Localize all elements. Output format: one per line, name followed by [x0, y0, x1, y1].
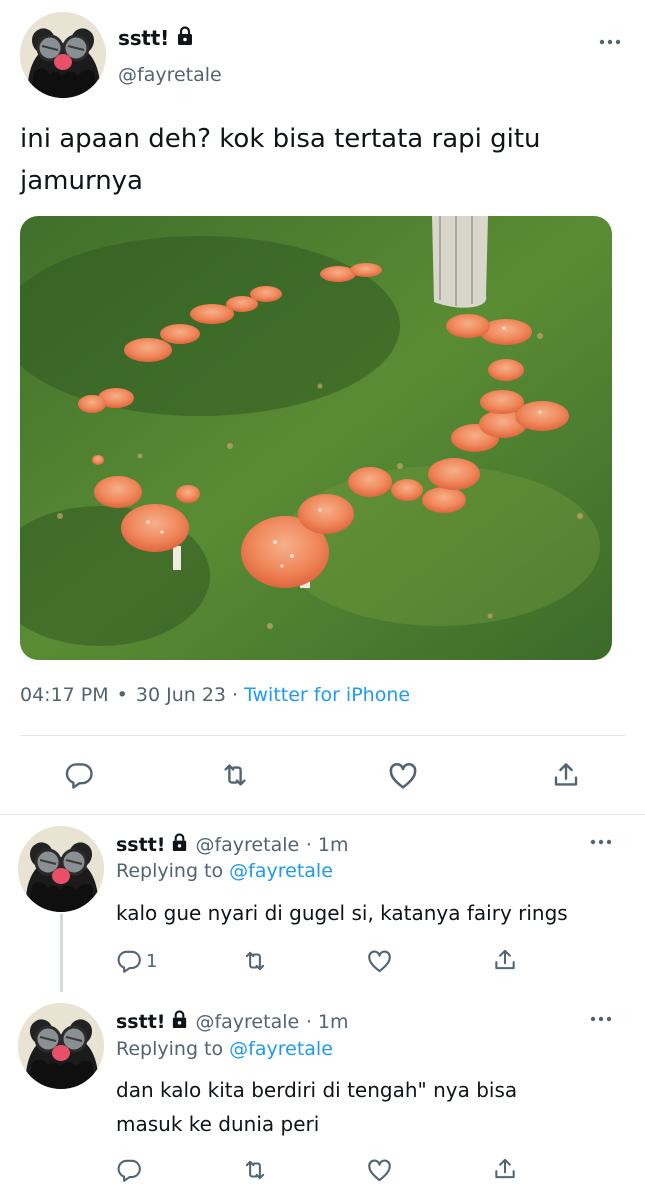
reply-icon — [64, 760, 94, 790]
meta-separator: • — [116, 684, 128, 706]
tweet-photo[interactable] — [20, 216, 612, 660]
thread-connector — [60, 914, 63, 992]
more-options-icon[interactable] — [596, 32, 624, 52]
reply-time: · 1m — [305, 834, 349, 856]
retweet-icon — [242, 948, 268, 974]
lock-icon — [170, 1010, 189, 1029]
like-icon — [366, 948, 393, 975]
reply-time: · 1m — [305, 1011, 349, 1033]
reply-text: kalo gue nyari di gugel si, katanya fair… — [116, 896, 596, 930]
like-button[interactable] — [387, 760, 419, 792]
retweet-icon — [242, 1157, 268, 1183]
reply-header[interactable]: sstt! @fayretale · 1m — [116, 1010, 349, 1033]
avatar[interactable] — [18, 1003, 104, 1089]
reply-button[interactable] — [64, 760, 94, 790]
replying-label: Replying to — [116, 1038, 224, 1060]
retweet-button[interactable] — [220, 760, 250, 790]
avatar[interactable] — [20, 12, 106, 98]
lock-icon — [175, 26, 195, 46]
reply-icon — [116, 1157, 142, 1183]
retweet-button[interactable] — [242, 948, 268, 974]
display-name-text: sstt! — [116, 834, 166, 856]
share-button[interactable] — [492, 947, 518, 973]
user-handle: @fayretale — [195, 1011, 300, 1033]
share-icon — [492, 1156, 518, 1182]
replying-to: Replying to @fayretale — [116, 1038, 333, 1060]
share-button[interactable] — [492, 1156, 518, 1182]
divider — [20, 735, 625, 736]
tweet-source-link[interactable]: Twitter for iPhone — [244, 684, 410, 706]
user-handle: @fayretale — [195, 834, 300, 856]
reply-text: dan kalo kita berdiri di tengah" nya bis… — [116, 1073, 596, 1141]
reply-button[interactable] — [116, 1157, 142, 1183]
more-options-icon[interactable] — [587, 832, 615, 852]
avatar[interactable] — [18, 826, 104, 912]
tweet-text: ini apaan deh? kok bisa tertata rapi git… — [20, 118, 620, 202]
share-icon — [492, 947, 518, 973]
reply-count: 1 — [146, 950, 158, 972]
tweet-meta: 04:17 PM • 30 Jun 23 · Twitter for iPhone — [20, 684, 410, 706]
replying-mention-link[interactable]: @fayretale — [229, 860, 333, 882]
tweet-time: 04:17 PM — [20, 684, 109, 706]
reply-icon — [116, 948, 142, 974]
replying-label: Replying to — [116, 860, 224, 882]
tweet-date: 30 Jun 23 — [135, 684, 226, 706]
like-icon — [387, 760, 419, 792]
share-button[interactable] — [551, 760, 581, 790]
reply-header[interactable]: sstt! @fayretale · 1m — [116, 833, 349, 856]
display-name-text: sstt! — [118, 26, 170, 50]
replying-mention-link[interactable]: @fayretale — [229, 1038, 333, 1060]
like-button[interactable] — [366, 1157, 393, 1184]
divider — [0, 814, 645, 815]
replying-to: Replying to @fayretale — [116, 860, 333, 882]
share-icon — [551, 760, 581, 790]
display-name[interactable]: sstt! — [118, 26, 195, 50]
like-button[interactable] — [366, 948, 393, 975]
tweet-text-line: jamurnya — [20, 166, 143, 196]
tweet-text-line: ini apaan deh? kok bisa tertata rapi git… — [20, 124, 541, 154]
meta-separator: · — [232, 684, 239, 706]
reply-button[interactable]: 1 — [116, 948, 157, 974]
retweet-button[interactable] — [242, 1157, 268, 1183]
more-options-icon[interactable] — [587, 1009, 615, 1029]
reply-text-line: masuk ke dunia peri — [116, 1112, 320, 1136]
lock-icon — [170, 833, 189, 852]
like-icon — [366, 1157, 393, 1184]
reply-text-line: dan kalo kita berdiri di tengah" nya bis… — [116, 1078, 518, 1102]
reply-text-line: kalo gue nyari di gugel si, katanya fair… — [116, 901, 568, 925]
display-name-text: sstt! — [116, 1011, 166, 1033]
user-handle[interactable]: @fayretale — [118, 64, 222, 86]
retweet-icon — [220, 760, 250, 790]
